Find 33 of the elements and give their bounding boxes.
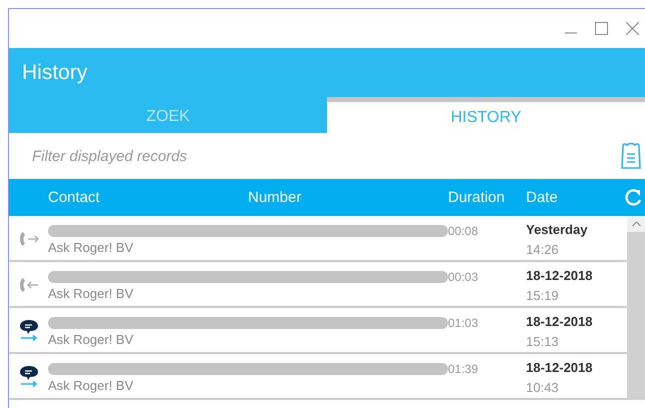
chat-icon [18, 319, 38, 343]
call-duration: 00:08 [448, 223, 480, 240]
contact-company: Ask Roger! BV [48, 240, 134, 255]
contact-company: Ask Roger! BV [48, 286, 134, 301]
call-duration: 00:03 [448, 269, 480, 286]
column-header[interactable]: Contact [48, 189, 248, 206]
call-time: 15:13 [526, 334, 560, 349]
call-date: 18-12-2018 [526, 360, 594, 375]
contact-company: Ask Roger! BV [48, 332, 134, 347]
call-duration: 01:39 [448, 361, 480, 378]
call-time: 10:43 [526, 380, 560, 395]
call-time: 14:26 [526, 242, 560, 257]
column-header[interactable]: Duration [448, 189, 526, 206]
tab[interactable]: HISTORY [327, 97, 645, 133]
call-duration: 01:03 [448, 315, 480, 332]
call-date: Yesterday [526, 222, 588, 237]
refresh-icon[interactable] [623, 188, 643, 208]
scrollbar[interactable] [627, 216, 645, 400]
notepad-icon[interactable] [619, 142, 643, 170]
outgoing-call-icon [18, 230, 40, 248]
column-header[interactable]: Date [526, 189, 623, 206]
call-date: 18-12-2018 [526, 314, 594, 329]
close-icon[interactable] [626, 22, 639, 35]
maximize-icon[interactable] [595, 22, 608, 35]
scroll-up-icon[interactable] [632, 221, 640, 227]
incoming-call-icon [18, 276, 40, 294]
call-date: 18-12-2018 [526, 268, 594, 283]
chat-icon [18, 365, 38, 389]
call-time: 15:19 [526, 288, 560, 303]
column-header[interactable]: Number [248, 189, 448, 206]
contact-company: Ask Roger! BV [48, 378, 134, 393]
filter-field[interactable]: Filter displayed records [30, 146, 619, 166]
window-title: History [22, 60, 88, 84]
